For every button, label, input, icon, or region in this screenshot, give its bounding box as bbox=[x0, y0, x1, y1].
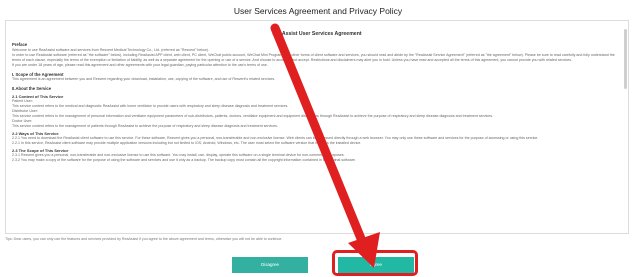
document-paragraph: This service content refers to the manag… bbox=[12, 123, 278, 128]
document-paragraph: If you are under 18 years of age, please… bbox=[12, 62, 268, 67]
disagree-button[interactable]: Disagree bbox=[232, 257, 308, 273]
document-paragraph: 2.3.2 You may make a copy of the softwar… bbox=[12, 157, 356, 162]
document-paragraph: In order to use ReaAssist software (refe… bbox=[12, 52, 615, 62]
agree-highlight-box bbox=[332, 250, 418, 276]
footer-tip: Tips: Dear users, you can only use the f… bbox=[5, 237, 283, 241]
agreement-document[interactable]: ReaAssist User Services Agreement Prefac… bbox=[5, 20, 629, 234]
document-paragraph: 2.2.1 You need to download the ReaAssist… bbox=[12, 135, 539, 140]
document-heading: II.About the Service bbox=[12, 86, 52, 91]
document-scrollbar[interactable] bbox=[624, 29, 627, 89]
document-paragraph: This agreement is an agreement between y… bbox=[12, 77, 276, 81]
document-title: ReaAssist User Services Agreement bbox=[272, 31, 362, 37]
page-title: User Services Agreement and Privacy Poli… bbox=[233, 6, 403, 16]
document-body: Preface Welcome to use ReaAssist software… bbox=[12, 42, 622, 163]
document-paragraph: 2.2.1 In this service, ReaAssist client … bbox=[12, 140, 362, 145]
